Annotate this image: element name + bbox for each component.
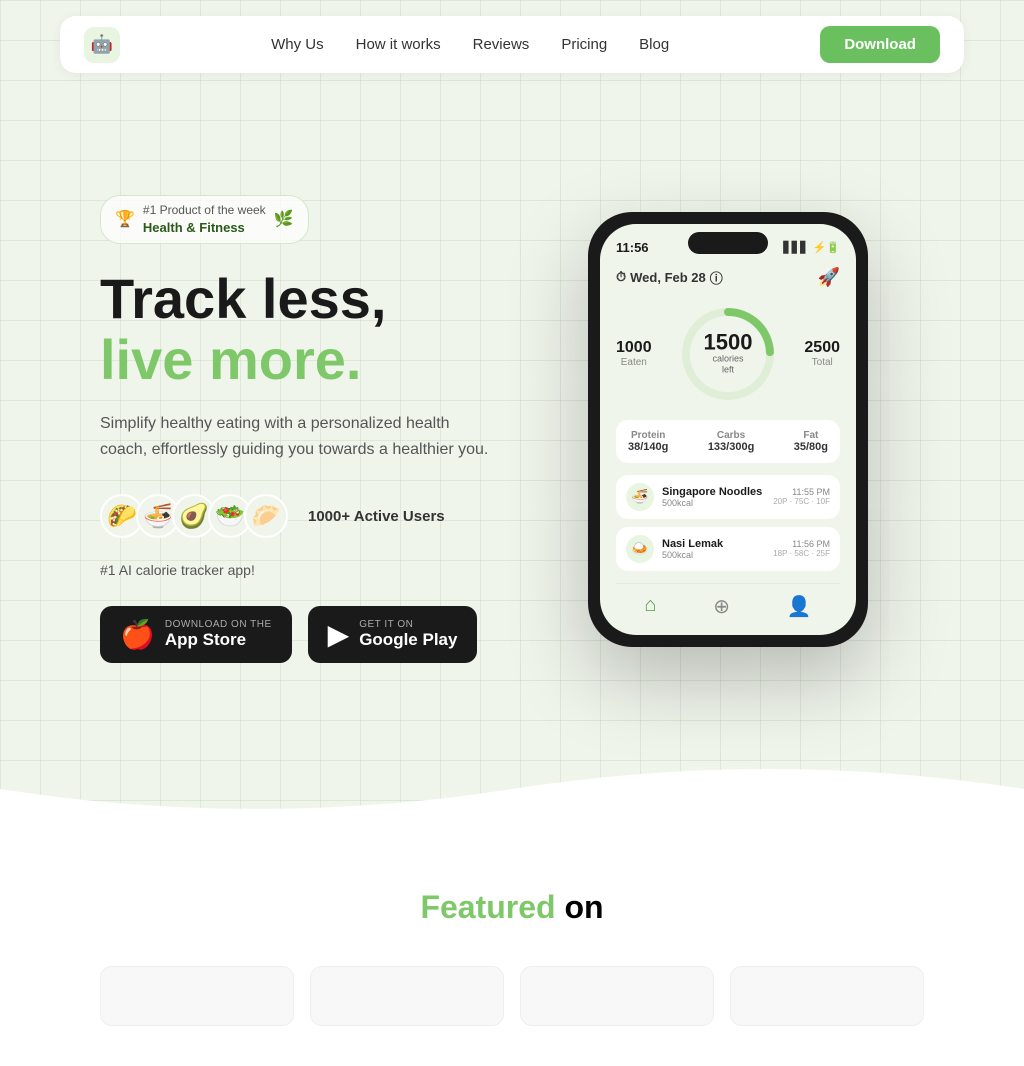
app-date: ⏱ Wed, Feb 28 ⓘ (616, 268, 723, 287)
app-header: ⏱ Wed, Feb 28 ⓘ 🚀 (616, 267, 840, 288)
product-badge: 🏆 #1 Product of the week Health & Fitnes… (100, 195, 309, 244)
calories-total-value: 2500 (804, 339, 840, 357)
hero-title: Track less, live more. (100, 268, 492, 391)
hero-right: 11:56 ▋▋▋ ⚡🔋 ⏱ Wed, Feb 28 ⓘ 🚀 (532, 212, 924, 647)
food-item-1: 🍜 Singapore Noodles 500kcal 11:55 PM 20P… (616, 475, 840, 519)
food-icon-1: 🍜 (626, 483, 654, 511)
play-store-label-small: GET IT ON (359, 619, 457, 630)
macro-protein: Protein 38/140g (628, 430, 668, 453)
featured-title-green: Featured (420, 889, 555, 925)
info-icon: ⓘ (710, 268, 723, 287)
laurel-left-icon: 🏆 (115, 209, 135, 229)
phone-screen: 11:56 ▋▋▋ ⚡🔋 ⏱ Wed, Feb 28 ⓘ 🚀 (600, 224, 856, 635)
featured-logo-3 (520, 966, 714, 1026)
featured-logos (100, 966, 924, 1026)
featured-logo-1 (100, 966, 294, 1026)
calories-total-label: 2500 Total (804, 339, 840, 368)
hero-title-black: Track less, (100, 267, 386, 330)
calories-total-text: Total (804, 357, 840, 368)
profile-nav-icon[interactable]: 👤 (787, 594, 812, 619)
badge-rank: #1 Product of the week (143, 203, 266, 217)
app-store-label-small: Download on the (165, 619, 272, 630)
store-buttons: 🍎 Download on the App Store ▶ GET IT ON … (100, 606, 492, 663)
food-log: 🍜 Singapore Noodles 500kcal 11:55 PM 20P… (616, 475, 840, 571)
hero-tagline: #1 AI calorie tracker app! (100, 562, 492, 578)
macros-row: Protein 38/140g Carbs 133/300g Fat 35/80… (616, 420, 840, 463)
badge-category: Health & Fitness (143, 219, 266, 237)
rocket-icon: 🚀 (818, 267, 840, 288)
play-store-button[interactable]: ▶ GET IT ON Google Play (308, 606, 478, 663)
food-macros-2: 18P · 58C · 25F (773, 549, 830, 558)
nav-how-it-works[interactable]: How it works (356, 36, 441, 53)
app-store-button[interactable]: 🍎 Download on the App Store (100, 606, 292, 663)
navbar: 🤖 Why Us How it works Reviews Pricing Bl… (60, 16, 964, 73)
app-store-label-large: App Store (165, 630, 272, 650)
play-store-label-large: Google Play (359, 630, 457, 650)
calories-eaten-label: 1000 Eaten (616, 339, 652, 368)
featured-section: Featured on (0, 829, 1024, 1066)
logo-icon: 🤖 (84, 27, 120, 63)
featured-logo-2 (310, 966, 504, 1026)
phone-status-icons: ▋▋▋ ⚡🔋 (783, 241, 840, 254)
signal-icon: ▋▋▋ (783, 241, 808, 254)
phone-nav-bar: ⌂ ⊕ 👤 (616, 583, 840, 619)
macro-protein-label: Protein (628, 430, 668, 441)
calories-left-label: calories left (704, 353, 753, 376)
macro-carbs-value: 133/300g (708, 441, 754, 453)
food-cals-1: 500kcal (662, 498, 765, 508)
nav-reviews[interactable]: Reviews (473, 36, 530, 53)
calories-eaten-text: Eaten (616, 357, 652, 368)
calorie-circle: 1500 calories left (678, 304, 778, 404)
user-count: 1000+ Active Users (308, 508, 445, 525)
nav-why-us[interactable]: Why Us (271, 36, 324, 53)
home-nav-icon[interactable]: ⌂ (644, 594, 656, 619)
food-cals-2: 500kcal (662, 550, 765, 560)
food-name-1: Singapore Noodles (662, 486, 765, 498)
food-time-1: 11:55 PM (773, 487, 830, 497)
play-store-icon: ▶ (328, 618, 350, 651)
featured-logo-4 (730, 966, 924, 1026)
macro-protein-value: 38/140g (628, 441, 668, 453)
clock-icon: ⏱ (616, 269, 626, 285)
food-time-2: 11:56 PM (773, 539, 830, 549)
hero-subtitle: Simplify healthy eating with a personali… (100, 411, 492, 462)
logo[interactable]: 🤖 (84, 27, 120, 63)
food-name-2: Nasi Lemak (662, 538, 765, 550)
food-item-2: 🍛 Nasi Lemak 500kcal 11:56 PM 18P · 58C … (616, 527, 840, 571)
nav-pricing[interactable]: Pricing (561, 36, 607, 53)
featured-title-black: on (564, 889, 603, 925)
hero-left: 🏆 #1 Product of the week Health & Fitnes… (100, 195, 532, 663)
avatar-row: 🌮 🍜 🥑 🥗 🥟 (100, 494, 280, 538)
featured-title: Featured on (100, 889, 924, 926)
laurel-right-icon: 🌿 (274, 209, 294, 229)
avatar-5: 🥟 (244, 494, 288, 538)
macro-carbs: Carbs 133/300g (708, 430, 754, 453)
add-nav-icon[interactable]: ⊕ (713, 594, 730, 619)
phone-notch (688, 232, 768, 254)
nav-links: Why Us How it works Reviews Pricing Blog (271, 36, 669, 54)
nav-download-button[interactable]: Download (820, 26, 940, 63)
nav-blog[interactable]: Blog (639, 36, 669, 53)
food-icon-2: 🍛 (626, 535, 654, 563)
macro-carbs-label: Carbs (708, 430, 754, 441)
user-avatars-row: 🌮 🍜 🥑 🥗 🥟 1000+ Active Users (100, 494, 492, 538)
calories-eaten-value: 1000 (616, 339, 652, 357)
macro-fat: Fat 35/80g (794, 430, 828, 453)
phone-mockup: 11:56 ▋▋▋ ⚡🔋 ⏱ Wed, Feb 28 ⓘ 🚀 (588, 212, 868, 647)
calorie-circle-section: 1000 Eaten 1500 calories left (616, 304, 840, 404)
apple-icon: 🍎 (120, 618, 155, 651)
circle-center: 1500 calories left (704, 331, 753, 376)
macro-fat-label: Fat (794, 430, 828, 441)
calories-left-value: 1500 (704, 331, 753, 353)
food-macros-1: 20P · 75C · 10F (773, 497, 830, 506)
phone-time: 11:56 (616, 240, 649, 255)
macro-fat-value: 35/80g (794, 441, 828, 453)
hero-title-green: live more. (100, 328, 361, 391)
hero-section: 🏆 #1 Product of the week Health & Fitnes… (0, 89, 1024, 789)
battery-icon: ⚡🔋 (813, 241, 840, 254)
